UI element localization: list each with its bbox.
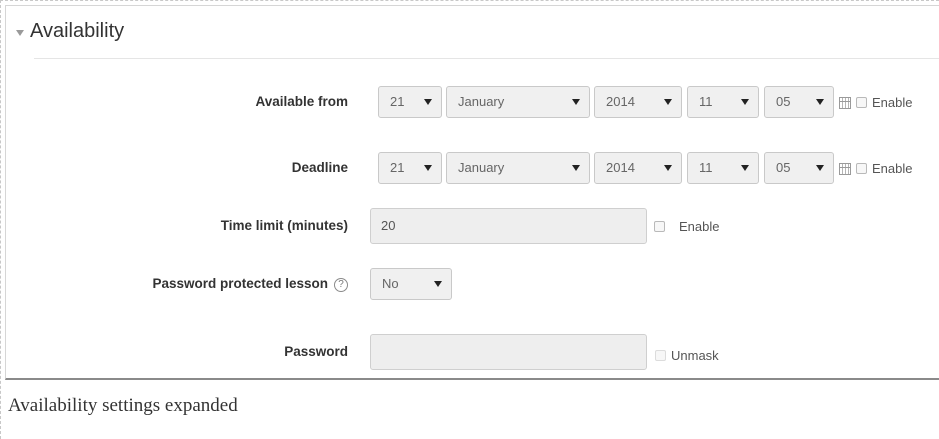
calendar-icon[interactable] (839, 97, 851, 109)
time-limit-label: Time limit (minutes) (220, 218, 348, 233)
time-limit-row: Time limit (minutes) 20 Enable (6, 208, 939, 244)
dropdown-arrow-icon (741, 165, 749, 171)
available-from-enable-label: Enable (872, 95, 913, 110)
calendar-icon[interactable] (839, 163, 851, 175)
deadline-year-select[interactable]: 2014 (594, 152, 682, 184)
dropdown-arrow-icon (816, 165, 824, 171)
password-protected-row: Password protected lesson? No (6, 268, 939, 300)
available-from-minute-select[interactable]: 05 (764, 86, 834, 118)
section-toggle[interactable]: Availability (16, 20, 124, 43)
dropdown-arrow-icon (434, 281, 442, 287)
section-divider (34, 58, 939, 59)
available-from-hour-select[interactable]: 11 (687, 86, 759, 118)
help-icon[interactable]: ? (334, 278, 348, 292)
available-from-enable-checkbox[interactable] (856, 97, 867, 108)
available-from-row: Available from 21 January 2014 11 05 Ena… (6, 86, 939, 118)
deadline-label: Deadline (291, 160, 348, 175)
section-title: Availability (30, 20, 125, 42)
deadline-day-select[interactable]: 21 (378, 152, 442, 184)
available-from-month-select[interactable]: January (446, 86, 590, 118)
available-from-day-select[interactable]: 21 (378, 86, 442, 118)
dropdown-arrow-icon (741, 99, 749, 105)
unmask-checkbox[interactable] (655, 350, 666, 361)
time-limit-enable-label: Enable (679, 219, 720, 234)
dropdown-arrow-icon (572, 165, 580, 171)
password-row: Password Unmask (6, 334, 939, 370)
available-from-year-select[interactable]: 2014 (594, 86, 682, 118)
time-limit-input[interactable]: 20 (370, 208, 647, 244)
deadline-row: Deadline 21 January 2014 11 05 Enable (6, 152, 939, 184)
available-from-label: Available from (255, 94, 348, 109)
deadline-minute-select[interactable]: 05 (764, 152, 834, 184)
deadline-enable-label: Enable (872, 161, 913, 176)
deadline-enable-checkbox[interactable] (856, 163, 867, 174)
dropdown-arrow-icon (816, 99, 824, 105)
dropdown-arrow-icon (664, 165, 672, 171)
deadline-month-select[interactable]: January (446, 152, 590, 184)
collapse-triangle-icon (16, 29, 24, 36)
dropdown-arrow-icon (572, 99, 580, 105)
password-label: Password (284, 344, 348, 359)
unmask-label: Unmask (671, 348, 719, 363)
deadline-hour-select[interactable]: 11 (687, 152, 759, 184)
dropdown-arrow-icon (664, 99, 672, 105)
password-protected-label: Password protected lesson? (152, 268, 348, 300)
password-protected-select[interactable]: No (370, 268, 452, 300)
availability-settings-panel: Availability Available from 21 January 2… (5, 5, 939, 380)
figure-caption: Availability settings expanded (8, 395, 238, 416)
dropdown-arrow-icon (424, 165, 432, 171)
dropdown-arrow-icon (424, 99, 432, 105)
time-limit-enable-checkbox[interactable] (654, 221, 665, 232)
password-input[interactable] (370, 334, 647, 370)
